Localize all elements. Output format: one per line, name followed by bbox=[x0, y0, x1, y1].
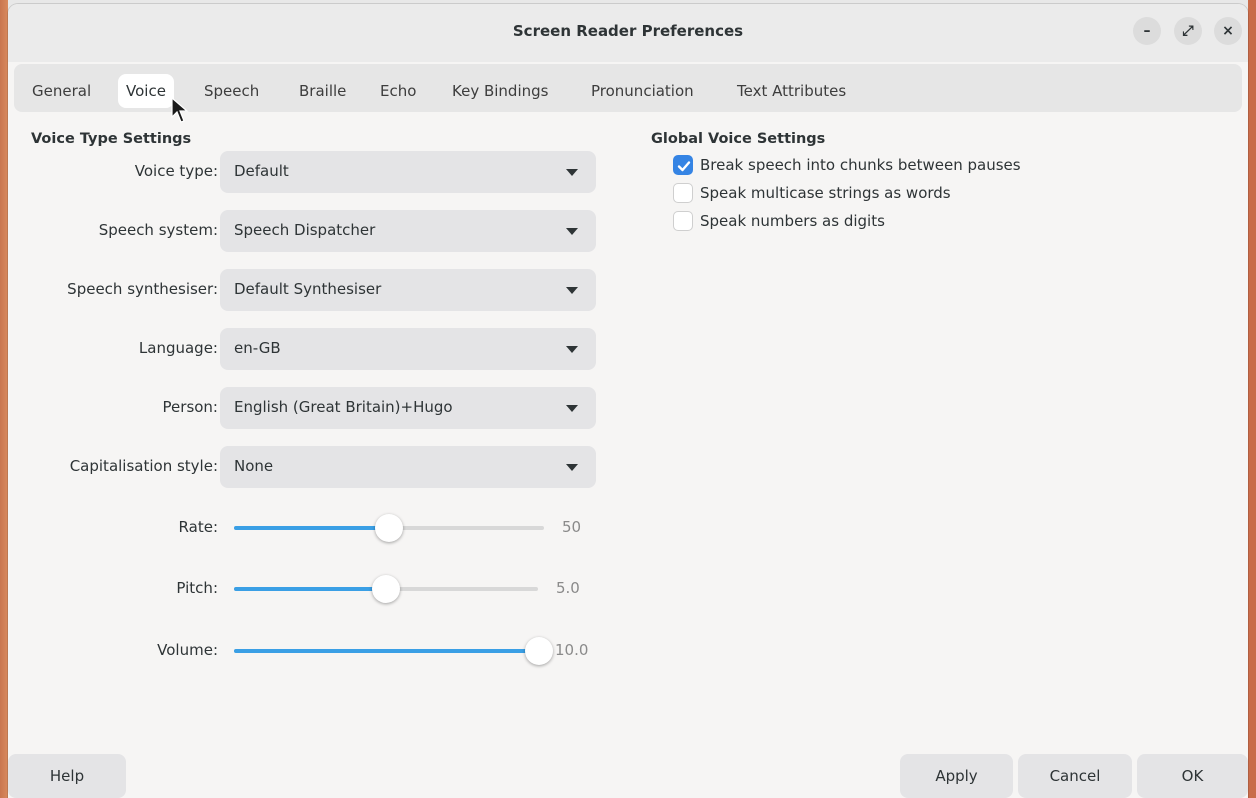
break-speech-label: Break speech into chunks between pauses bbox=[700, 156, 1021, 174]
tab-speech[interactable]: Speech bbox=[196, 74, 267, 108]
voice-type-label: Voice type: bbox=[134, 162, 218, 180]
volume-value: 10.0 bbox=[555, 641, 589, 659]
capitalisation-style-value: None bbox=[234, 457, 274, 475]
rate-value: 50 bbox=[562, 518, 582, 536]
close-button[interactable]: × bbox=[1214, 17, 1242, 45]
person-dropdown[interactable]: English (Great Britain)+Hugo bbox=[220, 387, 596, 429]
help-button[interactable]: Help bbox=[8, 754, 126, 798]
voice-type-value: Default bbox=[234, 162, 289, 180]
cancel-button[interactable]: Cancel bbox=[1018, 754, 1132, 798]
rate-slider[interactable] bbox=[234, 513, 544, 543]
voice-type-settings-heading: Voice Type Settings bbox=[31, 131, 192, 147]
mouse-pointer-icon bbox=[171, 97, 189, 123]
chevron-down-icon bbox=[566, 405, 578, 412]
tab-general[interactable]: General bbox=[24, 74, 99, 108]
chevron-down-icon bbox=[566, 228, 578, 235]
person-value: English (Great Britain)+Hugo bbox=[234, 398, 453, 416]
pitch-label: Pitch: bbox=[176, 579, 218, 597]
checkbox-box[interactable] bbox=[673, 155, 693, 175]
pitch-slider-handle[interactable] bbox=[372, 575, 400, 603]
volume-slider-handle[interactable] bbox=[525, 637, 553, 665]
rate-slider-fill bbox=[234, 526, 389, 530]
speech-synthesiser-value: Default Synthesiser bbox=[234, 280, 382, 298]
tab-echo[interactable]: Echo bbox=[372, 74, 424, 108]
volume-slider-fill bbox=[234, 649, 539, 653]
capitalisation-style-dropdown[interactable]: None bbox=[220, 446, 596, 488]
tab-bar: General Voice Speech Braille Echo Key Bi… bbox=[14, 64, 1242, 112]
speech-synthesiser-dropdown[interactable]: Default Synthesiser bbox=[220, 269, 596, 311]
checkmark-icon bbox=[677, 161, 691, 172]
speech-system-dropdown[interactable]: Speech Dispatcher bbox=[220, 210, 596, 252]
tab-text-attributes[interactable]: Text Attributes bbox=[729, 74, 854, 108]
language-value: en-GB bbox=[234, 339, 281, 357]
speech-synthesiser-label: Speech synthesiser: bbox=[67, 280, 218, 298]
global-voice-settings-heading: Global Voice Settings bbox=[651, 131, 826, 147]
volume-slider[interactable] bbox=[234, 636, 553, 666]
chevron-down-icon bbox=[566, 464, 578, 471]
pitch-slider[interactable] bbox=[234, 574, 538, 604]
rate-label: Rate: bbox=[178, 518, 218, 536]
tab-voice[interactable]: Voice bbox=[118, 74, 174, 108]
minimize-icon: – bbox=[1143, 23, 1151, 39]
speech-system-value: Speech Dispatcher bbox=[234, 221, 376, 239]
maximize-icon: ⤢ bbox=[1182, 23, 1194, 39]
maximize-button[interactable]: ⤢ bbox=[1174, 17, 1202, 45]
checkbox-box[interactable] bbox=[673, 211, 693, 231]
tab-key-bindings[interactable]: Key Bindings bbox=[444, 74, 556, 108]
tab-pronunciation[interactable]: Pronunciation bbox=[583, 74, 702, 108]
speech-system-label: Speech system: bbox=[98, 221, 218, 239]
title-bar[interactable]: Screen Reader Preferences – ⤢ × bbox=[8, 4, 1248, 62]
capitalisation-style-label: Capitalisation style: bbox=[69, 457, 218, 475]
pitch-slider-fill bbox=[234, 587, 386, 591]
multicase-label: Speak multicase strings as words bbox=[700, 184, 951, 202]
numbers-as-digits-label: Speak numbers as digits bbox=[700, 212, 885, 230]
chevron-down-icon bbox=[566, 346, 578, 353]
minimize-button[interactable]: – bbox=[1133, 17, 1161, 45]
language-dropdown[interactable]: en-GB bbox=[220, 328, 596, 370]
ok-button[interactable]: OK bbox=[1137, 754, 1248, 798]
chevron-down-icon bbox=[566, 287, 578, 294]
chevron-down-icon bbox=[566, 169, 578, 176]
apply-button[interactable]: Apply bbox=[900, 754, 1013, 798]
tab-braille[interactable]: Braille bbox=[291, 74, 354, 108]
volume-label: Volume: bbox=[157, 641, 218, 659]
pitch-value: 5.0 bbox=[556, 579, 580, 597]
person-label: Person: bbox=[162, 398, 218, 416]
language-label: Language: bbox=[138, 339, 218, 357]
rate-slider-handle[interactable] bbox=[375, 514, 403, 542]
window-title: Screen Reader Preferences bbox=[512, 22, 744, 40]
close-icon: × bbox=[1222, 23, 1234, 39]
preferences-window: Screen Reader Preferences – ⤢ × General … bbox=[8, 4, 1248, 798]
checkbox-box[interactable] bbox=[673, 183, 693, 203]
voice-type-dropdown[interactable]: Default bbox=[220, 151, 596, 193]
